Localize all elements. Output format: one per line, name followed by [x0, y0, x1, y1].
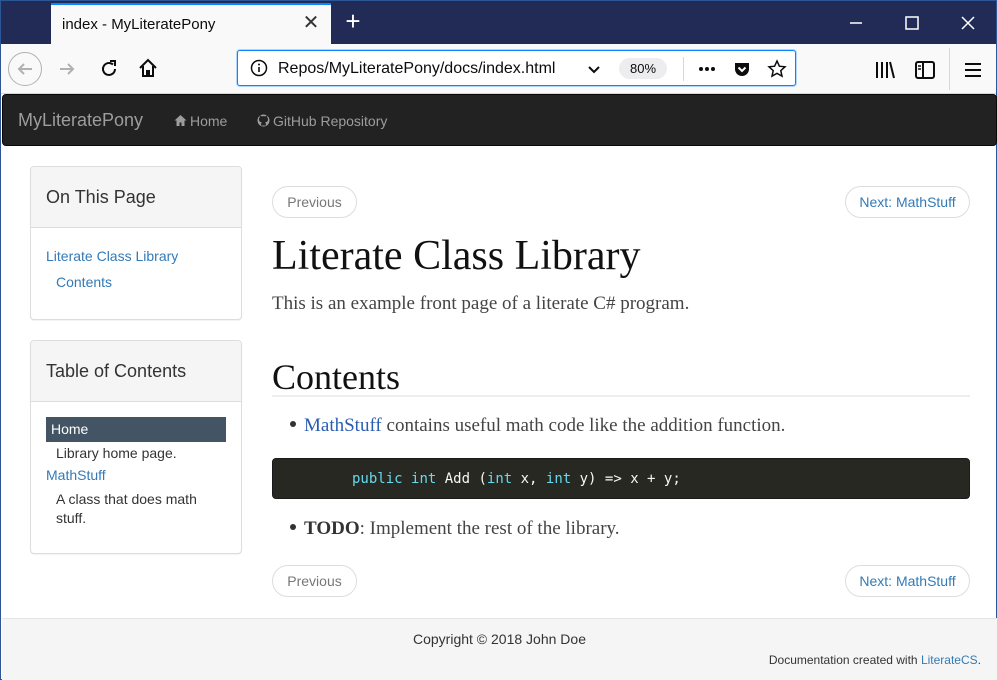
code-text: y) => x + y; [571, 471, 681, 487]
toc-header: Table of Contents [31, 341, 241, 402]
library-icon[interactable] [874, 59, 896, 81]
maximize-icon[interactable] [900, 11, 924, 35]
list-item-text: contains useful math code like the addit… [381, 415, 786, 436]
code-keyword: int [545, 471, 572, 487]
code-block: public int Add (int x, int y) => x + y; [272, 458, 970, 499]
new-tab-icon[interactable]: + [341, 8, 365, 34]
literatecs-link[interactable]: LiterateCS [921, 653, 978, 667]
browser-titlebar: index - MyLiteratePony ✕ + [1, 1, 996, 44]
section-divider [272, 395, 970, 397]
code-keyword: int [486, 471, 513, 487]
on-this-page-panel: On This Page Literate Class Library Cont… [30, 166, 242, 320]
bullet-icon [290, 421, 296, 427]
todo-label: TODO [304, 518, 360, 539]
copyright-text: Copyright © 2018 John Doe [413, 631, 586, 647]
on-this-page-header: On This Page [31, 167, 241, 228]
reload-icon[interactable] [98, 58, 120, 80]
next-button-top[interactable]: Next: MathStuff [845, 186, 970, 218]
toc-item-mathstuff[interactable]: MathStuff [46, 467, 106, 483]
forward-icon[interactable] [57, 59, 77, 79]
menu-icon[interactable] [962, 59, 984, 81]
mathstuff-link[interactable]: MathStuff [304, 415, 382, 436]
pocket-icon[interactable] [732, 59, 752, 79]
home-icon[interactable] [137, 57, 159, 79]
browser-tab[interactable]: index - MyLiteratePony ✕ [51, 3, 331, 44]
toc-item-home-description: Library home page. [56, 445, 177, 461]
site-brand[interactable]: MyLiteratePony [18, 110, 143, 131]
code-text: x, [512, 471, 546, 487]
toc-item-mathstuff-description: A class that does math stuff. [56, 491, 197, 526]
page-footer: Copyright © 2018 John Doe Documentation … [2, 618, 997, 680]
page-title: Literate Class Library [272, 233, 641, 279]
url-text[interactable]: Repos/MyLiteratePony/docs/index.html [278, 60, 573, 78]
close-tab-icon[interactable]: ✕ [301, 13, 321, 33]
chevron-down-icon[interactable] [585, 60, 603, 78]
home-icon [174, 115, 187, 126]
bullet-icon [290, 524, 296, 530]
code-text: Add ( [436, 471, 487, 487]
arrow-left-icon [17, 63, 32, 75]
more-actions-icon[interactable] [697, 59, 717, 79]
previous-button-top[interactable]: Previous [272, 186, 357, 218]
minimize-icon[interactable] [844, 11, 868, 35]
on-this-page-link-title[interactable]: Literate Class Library [46, 248, 178, 264]
sidebar-toggle-icon[interactable] [914, 59, 936, 81]
next-button-bottom[interactable]: Next: MathStuff [845, 565, 970, 597]
bookmark-star-icon[interactable] [767, 59, 787, 79]
code-keyword: public [352, 471, 403, 487]
code-line: public int Add (int x, int y) => x + y; [352, 471, 681, 487]
previous-button-bottom[interactable]: Previous [272, 565, 357, 597]
toc-item-home-active[interactable]: Home [46, 417, 226, 442]
nav-github[interactable]: GitHub Repository [257, 113, 387, 129]
nav-home-label: Home [190, 113, 228, 129]
url-bar[interactable]: Repos/MyLiteratePony/docs/index.html 80% [237, 50, 796, 86]
list-item: TODO: Implement the rest of the library. [290, 518, 620, 540]
url-divider [683, 57, 684, 81]
list-item: MathStuff contains useful math code like… [290, 415, 785, 437]
on-this-page-link-contents[interactable]: Contents [56, 274, 112, 290]
toolbar-divider [949, 48, 950, 90]
browser-toolbar: Repos/MyLiteratePony/docs/index.html 80% [1, 44, 996, 94]
table-of-contents-panel: Table of Contents Home Library home page… [30, 340, 242, 554]
nav-home[interactable]: Home [174, 113, 227, 129]
info-icon[interactable] [250, 59, 268, 77]
code-keyword: int [411, 471, 437, 487]
tab-title: index - MyLiteratePony [62, 16, 216, 33]
github-icon [257, 114, 270, 127]
site-navbar: MyLiteratePony Home GitHub Repository [2, 94, 997, 146]
on-this-page-title: On This Page [46, 187, 156, 207]
page-lead: This is an example front page of a liter… [272, 293, 690, 314]
list-item-text: : Implement the rest of the library. [359, 518, 620, 539]
back-button[interactable] [8, 52, 42, 86]
section-heading: Contents [272, 357, 401, 397]
toc-title: Table of Contents [46, 361, 187, 381]
nav-github-label: GitHub Repository [273, 113, 388, 129]
credit-suffix: . [977, 653, 981, 667]
credit-prefix: Documentation created with [768, 653, 921, 667]
credit-text: Documentation created with LiterateCS. [769, 653, 981, 667]
zoom-level-badge[interactable]: 80% [619, 58, 667, 79]
close-window-icon[interactable] [956, 11, 980, 35]
